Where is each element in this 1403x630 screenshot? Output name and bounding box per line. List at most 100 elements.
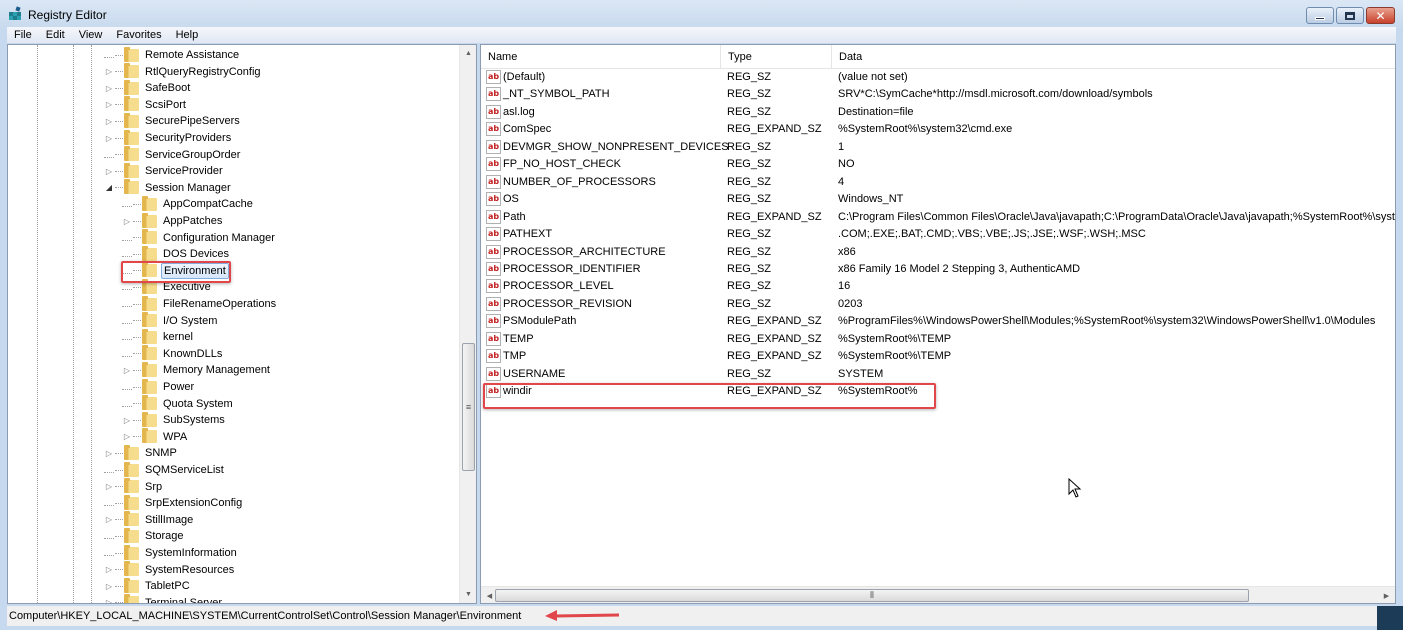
scroll-up-arrow-icon[interactable]: ▲: [460, 45, 476, 62]
value-row[interactable]: ab Path REG_EXPAND_SZ C:\Program Files\Comm…: [481, 209, 1395, 226]
expand-arrow-icon[interactable]: ▷: [104, 482, 114, 492]
folder-icon: [124, 129, 139, 145]
tree-item[interactable]: Quota System: [122, 395, 235, 412]
tree-item[interactable]: ▷ RtlQueryRegistryConfig: [104, 63, 263, 80]
expand-arrow-icon[interactable]: ▷: [104, 67, 114, 77]
value-row[interactable]: ab PROCESSOR_LEVEL REG_SZ 16: [481, 278, 1395, 295]
expand-arrow-icon[interactable]: ▷: [104, 166, 114, 176]
close-button[interactable]: ✕: [1366, 7, 1395, 24]
tree-item[interactable]: kernel: [122, 328, 195, 345]
expand-arrow-icon[interactable]: ▷: [122, 415, 132, 425]
tree-item[interactable]: ◢ Session Manager: [104, 179, 233, 196]
list-scroll-thumb[interactable]: ⦀: [495, 589, 1249, 602]
expand-arrow-icon[interactable]: ▷: [122, 432, 132, 442]
expand-arrow-icon[interactable]: ▷: [104, 581, 114, 591]
value-row[interactable]: ab DEVMGR_SHOW_NONPRESENT_DEVICES REG_SZ 1: [481, 139, 1395, 156]
tree-item[interactable]: ▷ TabletPC: [104, 577, 192, 594]
folder-icon: [124, 561, 139, 577]
menu-favorites[interactable]: Favorites: [109, 27, 168, 43]
tree-item[interactable]: ▷ ScsiPort: [104, 96, 188, 113]
value-row[interactable]: ab windir REG_EXPAND_SZ %SystemRoot%: [481, 383, 1395, 400]
collapse-arrow-icon[interactable]: ◢: [104, 183, 114, 193]
menu-help[interactable]: Help: [169, 27, 206, 43]
tree-connector: [133, 403, 141, 405]
value-row[interactable]: ab PROCESSOR_REVISION REG_SZ 0203: [481, 296, 1395, 313]
value-row[interactable]: ab PROCESSOR_IDENTIFIER REG_SZ x86 Family 1…: [481, 261, 1395, 278]
folder-icon: [142, 229, 157, 245]
tree-item[interactable]: ServiceGroupOrder: [104, 146, 242, 163]
scroll-right-arrow-icon[interactable]: ▶: [1378, 587, 1395, 603]
tree-guide-line: [73, 45, 74, 603]
minimize-button[interactable]: [1306, 7, 1334, 24]
value-row[interactable]: ab ComSpec REG_EXPAND_SZ %SystemRoot%\syste…: [481, 121, 1395, 138]
scroll-down-arrow-icon[interactable]: ▼: [460, 586, 476, 603]
value-row[interactable]: ab USERNAME REG_SZ SYSTEM: [481, 366, 1395, 383]
expand-arrow-icon[interactable]: ▷: [104, 100, 114, 110]
tree-item[interactable]: KnownDLLs: [122, 345, 224, 362]
tree-item[interactable]: SrpExtensionConfig: [104, 494, 244, 511]
expand-arrow-icon[interactable]: ▷: [104, 448, 114, 458]
tree-scroll-thumb[interactable]: ≡: [462, 343, 475, 471]
expand-arrow-icon[interactable]: ▷: [104, 133, 114, 143]
tree-item[interactable]: SystemInformation: [104, 544, 239, 561]
tree-item-label: ServiceProvider: [145, 165, 223, 178]
list-horizontal-scrollbar[interactable]: ◀ ⦀ ▶: [481, 586, 1395, 603]
value-row[interactable]: ab asl.log REG_SZ Destination=file: [481, 104, 1395, 121]
tree-item-label: TabletPC: [145, 580, 190, 593]
registry-values-list[interactable]: Name Type Data ab (Default) REG_SZ (value n…: [480, 44, 1396, 604]
tree-item[interactable]: ▷ Srp: [104, 478, 164, 495]
tree-item[interactable]: Power: [122, 378, 196, 395]
tree-item[interactable]: ▷ AppPatches: [122, 212, 224, 229]
string-value-icon: ab: [486, 104, 501, 119]
tree-item[interactable]: SQMServiceList: [104, 461, 226, 478]
menu-file[interactable]: File: [7, 27, 39, 43]
value-row[interactable]: ab TMP REG_EXPAND_SZ %SystemRoot%\TEMP: [481, 348, 1395, 365]
value-row[interactable]: ab FP_NO_HOST_CHECK REG_SZ NO: [481, 156, 1395, 173]
registry-key-tree[interactable]: Remote Assistance ▷ RtlQueryRegistryConfig…: [7, 44, 477, 604]
tree-vertical-scrollbar[interactable]: ▲ ≡ ▼: [459, 45, 476, 603]
value-row[interactable]: ab OS REG_SZ Windows_NT: [481, 191, 1395, 208]
column-header-data[interactable]: Data: [832, 45, 1395, 69]
maximize-button[interactable]: [1336, 7, 1364, 24]
tree-item[interactable]: ▷ StillImage: [104, 511, 195, 528]
tree-item[interactable]: Executive: [122, 278, 213, 295]
tree-item[interactable]: ▷ Terminal Server: [104, 594, 224, 603]
value-row[interactable]: ab (Default) REG_SZ (value not set): [481, 69, 1395, 86]
tree-item[interactable]: ▷ SafeBoot: [104, 79, 192, 96]
folder-icon: [142, 395, 157, 411]
value-row[interactable]: ab TEMP REG_EXPAND_SZ %SystemRoot%\TEMP: [481, 331, 1395, 348]
expand-arrow-icon[interactable]: ▷: [122, 216, 132, 226]
menu-view[interactable]: View: [72, 27, 110, 43]
tree-item[interactable]: ▷ SecurePipeServers: [104, 112, 242, 129]
expand-arrow-icon[interactable]: ▷: [104, 565, 114, 575]
tree-item[interactable]: Storage: [104, 527, 186, 544]
tree-item[interactable]: ▷ WPA: [122, 428, 189, 445]
value-data: x86: [838, 245, 856, 258]
tree-item[interactable]: ▷ SubSystems: [122, 411, 227, 428]
tree-item[interactable]: FileRenameOperations: [122, 295, 278, 312]
tree-item[interactable]: ▷ SecurityProviders: [104, 129, 233, 146]
expand-arrow-icon[interactable]: ▷: [104, 598, 114, 603]
value-row[interactable]: ab NUMBER_OF_PROCESSORS REG_SZ 4: [481, 174, 1395, 191]
tree-item[interactable]: I/O System: [122, 312, 219, 329]
expand-arrow-icon[interactable]: ▷: [104, 116, 114, 126]
tree-item[interactable]: ▷ SystemResources: [104, 561, 236, 578]
value-row[interactable]: ab PSModulePath REG_EXPAND_SZ %ProgramFiles…: [481, 313, 1395, 330]
tree-item[interactable]: ▷ Memory Management: [122, 361, 272, 378]
tree-item[interactable]: ▷ ServiceProvider: [104, 162, 225, 179]
tree-item[interactable]: DOS Devices: [122, 245, 231, 262]
expand-arrow-icon[interactable]: ▷: [104, 515, 114, 525]
tree-item[interactable]: AppCompatCache: [122, 195, 255, 212]
tree-item[interactable]: ▷ SNMP: [104, 444, 179, 461]
column-header-name[interactable]: Name: [481, 45, 721, 69]
value-row[interactable]: ab PROCESSOR_ARCHITECTURE REG_SZ x86: [481, 244, 1395, 261]
tree-item[interactable]: Remote Assistance: [104, 46, 241, 63]
value-row[interactable]: ab _NT_SYMBOL_PATH REG_SZ SRV*C:\SymCache*h…: [481, 86, 1395, 103]
menu-edit[interactable]: Edit: [39, 27, 72, 43]
expand-arrow-icon[interactable]: ▷: [122, 365, 132, 375]
value-row[interactable]: ab PATHEXT REG_SZ .COM;.EXE;.BAT;.CMD;.VBS;…: [481, 226, 1395, 243]
column-header-type[interactable]: Type: [721, 45, 832, 69]
tree-item[interactable]: Configuration Manager: [122, 229, 277, 246]
expand-arrow-icon[interactable]: ▷: [104, 83, 114, 93]
tree-item[interactable]: Environment: [122, 262, 229, 279]
